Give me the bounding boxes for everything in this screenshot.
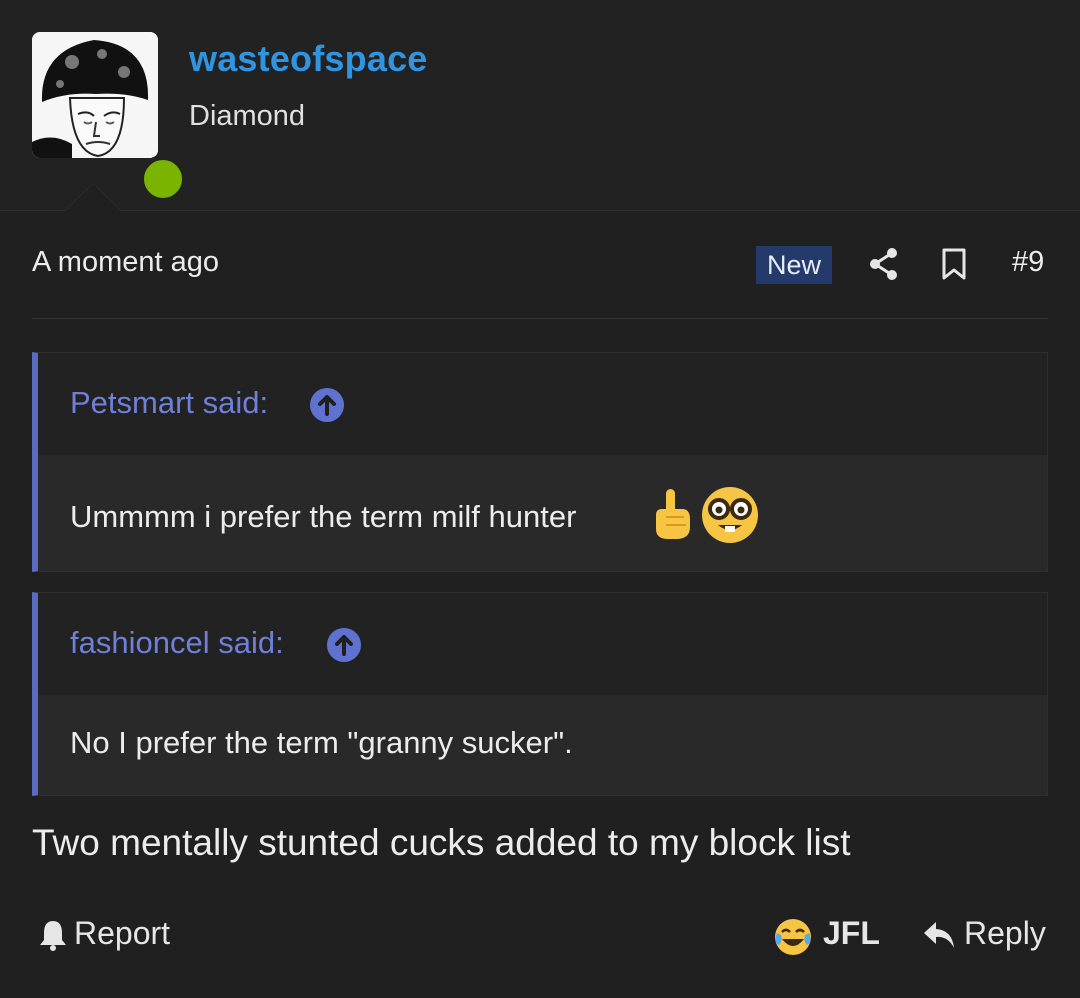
point-up-emoji-icon: [656, 489, 690, 539]
nerd-face-emoji-icon: [702, 487, 758, 543]
meta-divider: [32, 318, 1048, 319]
bell-icon: [40, 921, 66, 951]
post-body-text: Two mentally stunted cucks added to my b…: [32, 822, 851, 863]
share-icon[interactable]: [868, 247, 900, 281]
quote-author-link[interactable]: Petsmart said:: [70, 385, 268, 421]
post-actions: Report JFL Reply: [0, 905, 1080, 965]
post-number-link[interactable]: #9: [1012, 246, 1044, 279]
header-pointer: [65, 184, 121, 211]
online-status-indicator: [139, 155, 187, 203]
quote-body: Ummmm i prefer the term milf hunter: [38, 455, 1047, 571]
reply-label: Reply: [964, 915, 1046, 951]
quote-block-1: Petsmart said: Ummmm i prefer the term m…: [32, 352, 1048, 572]
new-badge: New: [756, 246, 833, 284]
avatar[interactable]: [32, 32, 187, 203]
post-meta: A moment ago New #9: [32, 236, 1048, 292]
quote-text: Ummmm i prefer the term milf hunter: [70, 499, 577, 534]
quote-block-2: fashioncel said: No I prefer the term "g…: [32, 592, 1048, 796]
user-title: Diamond: [189, 100, 306, 132]
post-header: wasteofspace Diamond: [0, 0, 1080, 211]
quote-text: No I prefer the term "granny sucker".: [70, 725, 573, 760]
jump-to-quote-arrow-icon[interactable]: [310, 388, 344, 422]
post-timestamp[interactable]: A moment ago: [32, 246, 219, 279]
quote-body: No I prefer the term "granny sucker".: [38, 695, 1047, 795]
username-link[interactable]: wasteofspace: [189, 38, 428, 80]
quote-header: Petsmart said:: [38, 353, 1047, 455]
reaction-label: JFL: [823, 915, 880, 951]
tears-of-joy-emoji-icon: [775, 919, 811, 955]
quote-author-link[interactable]: fashioncel said:: [70, 625, 284, 661]
jump-to-quote-arrow-icon[interactable]: [327, 628, 361, 662]
quote-header: fashioncel said:: [38, 593, 1047, 695]
bookmark-icon[interactable]: [940, 247, 968, 281]
reply-arrow-icon: [924, 922, 954, 948]
report-label: Report: [74, 915, 171, 951]
mushroom-wojak-avatar-icon: [32, 32, 158, 158]
